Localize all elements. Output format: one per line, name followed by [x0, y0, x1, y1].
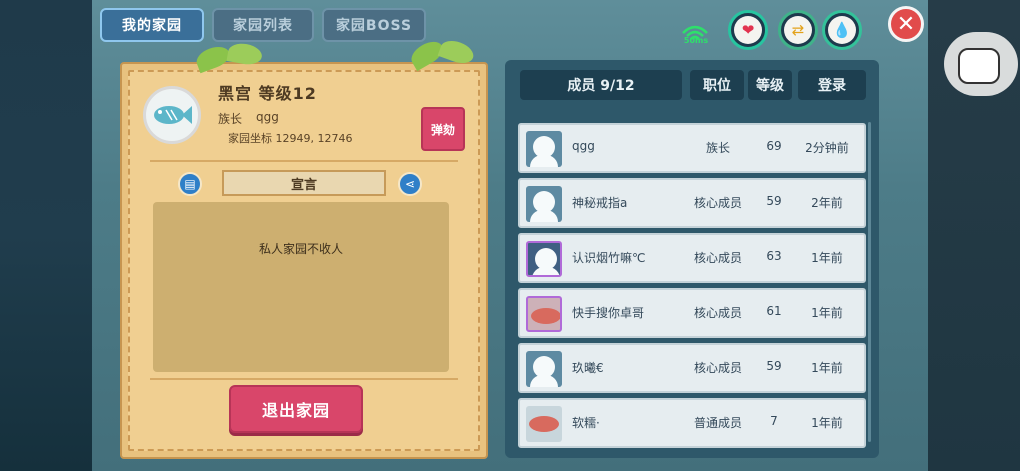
water-status[interactable]: 💧	[822, 10, 862, 50]
login-header[interactable]: 登录	[798, 70, 866, 100]
avatar-face-icon	[958, 48, 1000, 84]
member-role: 核心成员	[693, 361, 742, 375]
garden-emblem	[143, 86, 201, 144]
member-name: qgg	[572, 139, 595, 153]
member-avatar	[526, 406, 562, 442]
garden-name-level: 黑宫 等级12	[218, 84, 317, 103]
member-name: 快手搜你卓哥	[572, 306, 645, 320]
member-last-login: 2年前	[811, 196, 843, 210]
member-last-login: 1年前	[811, 251, 843, 265]
member-last-login: 1年前	[811, 306, 843, 320]
member-name: 玖曦€	[572, 361, 604, 375]
member-level: 61	[766, 304, 782, 318]
close-button[interactable]: ✕	[888, 6, 924, 42]
member-avatar	[526, 351, 562, 387]
member-last-login: 1年前	[811, 416, 843, 430]
member-last-login: 1年前	[811, 361, 843, 375]
notice-icon[interactable]: ▤	[178, 172, 202, 196]
swap-status[interactable]: ⇄	[778, 10, 818, 50]
member-last-login: 2分钟前	[805, 141, 849, 155]
member-role: 核心成员	[693, 196, 742, 210]
member-role: 核心成员	[693, 306, 742, 320]
member-level: 59	[766, 194, 782, 208]
quit-garden-button[interactable]: 退出家园	[229, 385, 363, 433]
leader-label: 族长	[218, 112, 243, 126]
leader-name: qgg	[256, 110, 279, 124]
divider	[150, 160, 458, 162]
fish-emblem-icon	[154, 106, 192, 124]
divider	[150, 378, 458, 380]
member-level: 7	[770, 414, 778, 428]
member-row[interactable]: 软糯· 普通成员 7 1年前	[518, 398, 866, 448]
member-role: 普通成员	[693, 416, 742, 430]
player-avatar[interactable]	[944, 32, 1018, 96]
heart-icon: ❤	[734, 16, 762, 44]
impeach-button[interactable]: 弹劾	[421, 107, 465, 151]
member-row[interactable]: 快手搜你卓哥 核心成员 61 1年前	[518, 288, 866, 338]
water-drop-icon: 💧	[828, 16, 856, 44]
garden-coordinates: 家园坐标 12949, 12746	[228, 132, 353, 145]
member-level: 69	[766, 139, 782, 153]
swap-icon: ⇄	[784, 16, 812, 44]
ping-label: 50ms	[683, 36, 709, 45]
member-avatar	[526, 186, 562, 222]
declaration-text: 私人家园不收人	[258, 242, 343, 256]
declaration-box	[153, 202, 449, 372]
heart-status[interactable]: ❤	[728, 10, 768, 50]
member-row[interactable]: qgg 族长 69 2分钟前	[518, 123, 866, 173]
member-name: 神秘戒指a	[572, 196, 628, 210]
member-avatar	[526, 241, 562, 277]
member-name: 软糯·	[572, 416, 600, 430]
left-scenery	[0, 0, 92, 471]
member-row[interactable]: 玖曦€ 核心成员 59 1年前	[518, 343, 866, 393]
tab-garden-boss[interactable]: 家园BOSS	[322, 8, 426, 42]
member-row[interactable]: 神秘戒指a 核心成员 59 2年前	[518, 178, 866, 228]
member-level: 59	[766, 359, 782, 373]
share-icon[interactable]: ⋖	[398, 172, 422, 196]
member-count-header[interactable]: 成员 9/12	[520, 70, 682, 100]
member-role: 核心成员	[693, 251, 742, 265]
member-name: 认识烟竹嘛℃	[572, 251, 646, 265]
declaration-title: 宣言	[222, 170, 386, 196]
tab-my-garden[interactable]: 我的家园	[100, 8, 204, 42]
member-role: 族长	[705, 141, 730, 155]
member-avatar	[526, 131, 562, 167]
role-header[interactable]: 职位	[690, 70, 744, 100]
member-row[interactable]: 认识烟竹嘛℃ 核心成员 63 1年前	[518, 233, 866, 283]
tab-garden-list[interactable]: 家园列表	[212, 8, 314, 42]
member-list-scrollbar[interactable]	[868, 122, 871, 442]
member-level: 63	[766, 249, 782, 263]
member-avatar	[526, 296, 562, 332]
level-header[interactable]: 等级	[748, 70, 792, 100]
